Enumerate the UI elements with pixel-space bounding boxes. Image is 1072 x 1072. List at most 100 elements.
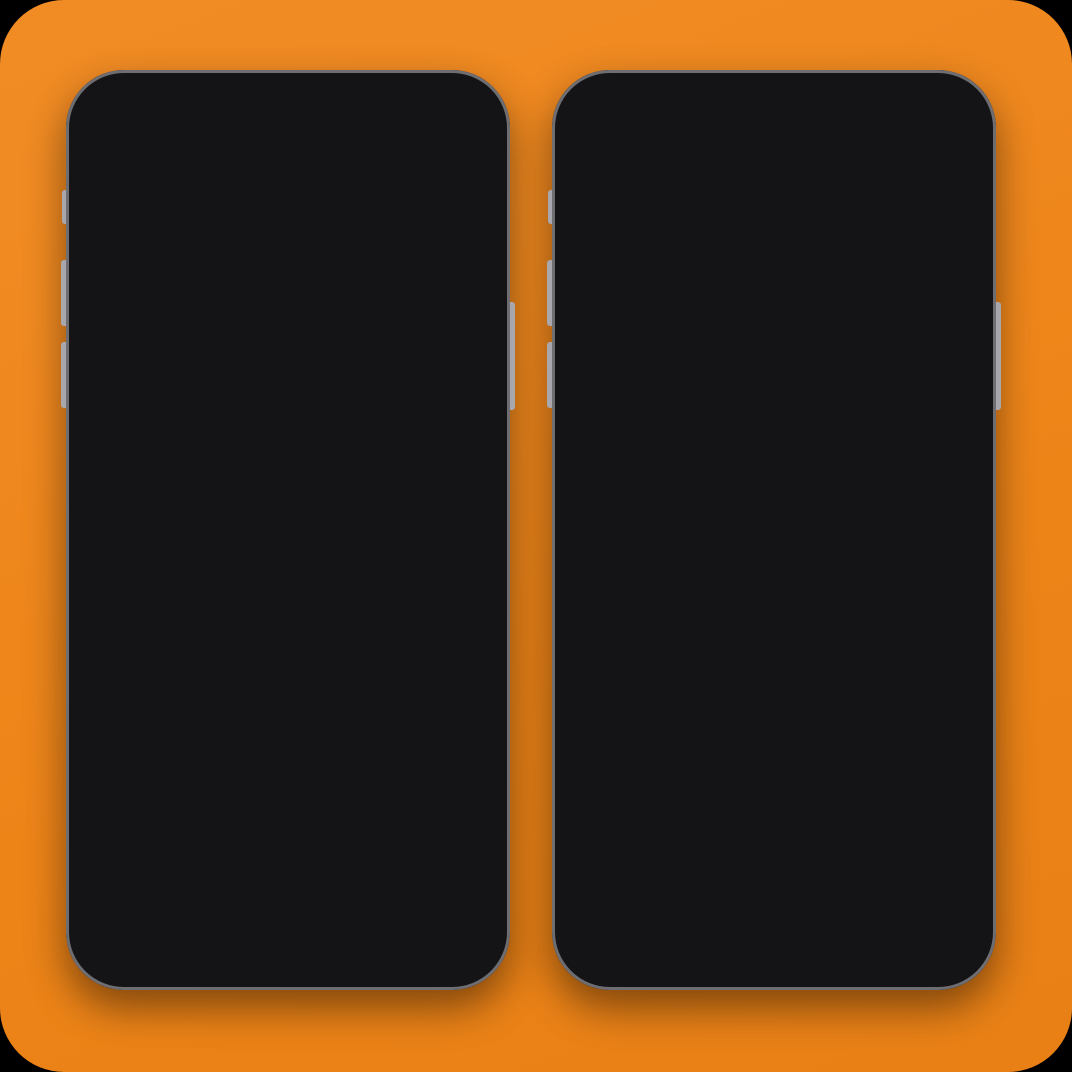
chevron-down-icon[interactable] [936, 142, 966, 172]
banner-title: PRODUCT FEATURE [759, 213, 875, 267]
silence-switch[interactable] [62, 190, 68, 224]
nav-link-phone[interactable]: T: +1 (813) 649-8899 [827, 191, 962, 205]
message-nav-arrows [890, 142, 966, 178]
paragraph: The ideal light fixture for creating an … [585, 698, 945, 755]
lowest-prices-ribbon: Lowest Prices Available! [248, 519, 499, 540]
article-left: OUR LOWEST PRICES ON LED SHOEBOX FIXTURE… [77, 540, 499, 951]
article-right: FOVERO PENDANT BARN LIGHT FIXTURES: INDU… [563, 540, 985, 937]
cabinet [567, 333, 623, 459]
email-body-right: Home About Blog Contact Us T: +1 (813) 6… [563, 183, 985, 979]
hero-image-parking-lot: Lowest Prices Available! [77, 268, 499, 540]
nav-link-phone[interactable]: T: +1 (813) 649-8899 [341, 191, 476, 205]
battery-icon [447, 102, 476, 116]
article-paragraphs: HTM Lighting Solutions' LED Parking Lot … [99, 667, 477, 951]
status-indicators [397, 102, 476, 116]
article-paragraphs: The ideal light fixture for creating an … [585, 695, 963, 937]
email-top-nav: Home About Blog Contact Us T: +1 (813) 6… [77, 183, 499, 213]
nav-link-contact-us[interactable]: Contact Us [256, 191, 340, 205]
ribbon-prefix: Starting at [587, 517, 651, 533]
nav-link-contact-us[interactable]: Contact Us [742, 191, 826, 205]
hero-image-kitchen: Starting at $79.95! [563, 268, 985, 540]
brand-logo[interactable]: HTM LIGHTING SOLUTIONS [563, 213, 741, 268]
article-headline: FOVERO PENDANT BARN LIGHT FIXTURES: INDU… [610, 586, 938, 666]
nav-link-about[interactable]: About [640, 191, 694, 205]
photocell-left-icon [216, 352, 234, 369]
volume-up-button[interactable] [547, 260, 554, 326]
paragraph: The fixture heads also have and adjustab… [99, 868, 475, 947]
htm-swoosh-logo-icon [96, 227, 117, 254]
status-indicators [883, 102, 962, 116]
message-nav-arrows [404, 142, 480, 178]
status-bar: 2:01 [77, 81, 499, 137]
status-time: 2:01 [105, 98, 145, 119]
product-card[interactable] [295, 975, 477, 979]
power-button[interactable] [508, 302, 515, 410]
nav-link-about[interactable]: About [154, 191, 208, 205]
chevron-left-icon [580, 152, 597, 168]
chevron-down-icon[interactable] [450, 142, 480, 172]
phone-screen-right: 2:01 All Inboxes Home About Blog Contact… [563, 81, 985, 979]
paragraph: HTM Lighting Solutions' LED Parking Lot … [99, 669, 458, 769]
page-background: 2:01 All Inboxes Home About Blog Contact… [0, 0, 1072, 1072]
product-card[interactable] [585, 961, 767, 979]
volume-down-button[interactable] [547, 342, 554, 408]
all-inboxes-label: All Inboxes [601, 148, 700, 171]
status-bar: 2:01 [563, 81, 985, 137]
logo-lighting-text: LIGHTING [124, 231, 203, 251]
back-to-all-inboxes-button[interactable]: All Inboxes [93, 149, 214, 172]
pendant-light-2 [752, 268, 815, 348]
cellular-bars-icon [883, 102, 903, 116]
status-time: 2:01 [591, 98, 631, 119]
email-body-left: Home About Blog Contact Us T: +1 (813) 6… [77, 183, 499, 979]
starting-price-ribbon: Starting at $79.95! [563, 504, 781, 540]
all-inboxes-label: All Inboxes [115, 148, 214, 171]
recessed-light-icon [934, 278, 955, 287]
light-pole [280, 382, 296, 540]
logo-solutions-text: SOLUTIONS [141, 249, 203, 257]
product-card[interactable] [781, 961, 963, 979]
cellular-bars-icon [397, 102, 417, 116]
email-header-banner: HTM LIGHTING SOLUTIONS PRICE DROPS [77, 213, 499, 268]
product-card-row [563, 951, 985, 979]
wifi-icon [910, 104, 926, 115]
phone-left: 2:01 All Inboxes Home About Blog Contact… [61, 70, 515, 990]
banner-title: PRICE DROPS [305, 227, 467, 253]
volume-down-button[interactable] [61, 342, 68, 408]
htm-swoosh-logo-icon [582, 227, 603, 254]
battery-icon [933, 102, 962, 116]
email-top-nav: Home About Blog Contact Us T: +1 (813) 6… [563, 183, 985, 213]
back-to-all-inboxes-button[interactable]: All Inboxes [579, 149, 700, 172]
product-card[interactable] [99, 975, 281, 979]
nav-link-blog[interactable]: Blog [209, 191, 255, 205]
brand-logo[interactable]: HTM LIGHTING SOLUTIONS [77, 213, 255, 268]
mail-navigation-bar: All Inboxes [77, 137, 499, 183]
phone-right: 2:01 All Inboxes Home About Blog Contact… [547, 70, 1001, 990]
phone-screen-left: 2:01 All Inboxes Home About Blog Contact… [77, 81, 499, 979]
paragraph: With 100W, 150W, and 300W LED options an… [99, 790, 460, 847]
chevron-left-icon [94, 152, 111, 168]
nav-link-blog[interactable]: Blog [695, 191, 741, 205]
nav-link-home[interactable]: Home [586, 191, 639, 205]
chevron-up-icon[interactable] [890, 148, 920, 178]
photocell-right-icon [342, 352, 360, 369]
dynamic-island [225, 87, 351, 121]
dynamic-island [711, 87, 837, 121]
silence-switch[interactable] [548, 190, 554, 224]
logo-solutions-text: SOLUTIONS [627, 249, 689, 257]
front-camera-icon [814, 97, 828, 111]
power-button[interactable] [994, 302, 1001, 410]
email-header-banner: HTM LIGHTING SOLUTIONS PRODUCT FEATURE [563, 213, 985, 268]
pendant-light-1 [689, 268, 734, 358]
product-card-row [77, 965, 499, 979]
paragraph: All Finishes excluding our Galvanized fi… [585, 854, 962, 933]
light-beam-right [296, 352, 454, 503]
ribbon-label: Lowest Prices Available! [292, 531, 473, 540]
recessed-light-icon [647, 289, 668, 298]
logo-lighting-text: LIGHTING [610, 231, 689, 251]
light-beam-left [122, 352, 280, 503]
paragraph: These Cord-Hung Pendant Fixtures are eas… [585, 776, 932, 833]
volume-up-button[interactable] [61, 260, 68, 326]
front-camera-icon [328, 97, 342, 111]
nav-link-home[interactable]: Home [100, 191, 153, 205]
chevron-up-icon[interactable] [404, 148, 434, 178]
